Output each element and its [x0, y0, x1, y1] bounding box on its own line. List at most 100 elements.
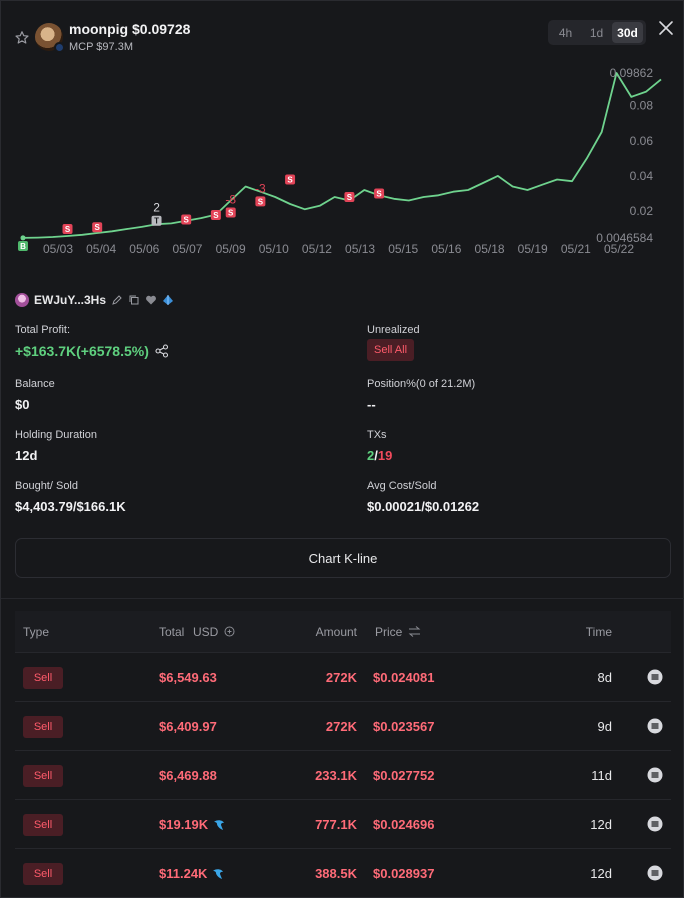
tx-type-badge: Sell — [23, 716, 63, 738]
trade-marker-count: -8 — [225, 192, 236, 206]
col-usd: USD — [193, 625, 219, 639]
x-tick-label: 05/03 — [43, 242, 73, 256]
position: Position%(0 of 21.2M) -- — [367, 378, 475, 412]
x-tick-label: 05/06 — [129, 242, 159, 256]
trade-marker-label: B — [20, 242, 26, 251]
tx-time: 8d — [597, 670, 612, 685]
table-row[interactable]: Sell $11.24K 388.5K $0.028937 12d — [15, 848, 671, 897]
tx-time: 12d — [590, 866, 612, 881]
table-row[interactable]: Sell $6,409.97 272K $0.023567 9d — [15, 701, 671, 750]
total-profit: Total Profit: +$163.7K(+6578.5%) — [15, 324, 169, 359]
table-row[interactable]: Sell $6,549.63 272K $0.024081 8d — [15, 652, 671, 701]
table-row[interactable]: Sell $19.19K 777.1K $0.024696 12d — [15, 799, 671, 848]
avg-label: Avg Cost/Sold — [367, 480, 437, 492]
token-price: $0.09728 — [132, 21, 191, 37]
wallet-address[interactable]: EWJuY...3Hs — [34, 293, 106, 307]
token-holder-panel: moonpig $0.09728 MCP $97.3M 4h 1d 30d 0.… — [0, 0, 684, 898]
table-header: Type Total USD Amount Price Time — [15, 611, 671, 652]
tx-detail-icon[interactable] — [647, 865, 663, 881]
unrealized: Unrealized Sell All — [367, 324, 420, 361]
trade-marker-label: S — [95, 223, 101, 232]
chart-kline-button[interactable]: Chart K-line — [15, 538, 671, 578]
txs-sell-count: 19 — [377, 448, 393, 463]
txs-value: 2/19 — [367, 448, 392, 463]
x-tick-label: 05/21 — [561, 242, 591, 256]
start-point — [20, 235, 26, 241]
tx-type-badge: Sell — [23, 765, 63, 787]
txs-label: TXs — [367, 429, 387, 441]
x-tick-label: 05/13 — [345, 242, 375, 256]
whale-icon — [214, 819, 225, 830]
tx-type-badge: Sell — [23, 667, 63, 689]
x-tick-label: 05/22 — [604, 242, 634, 256]
tx-total-cell: $6,409.97 — [159, 719, 217, 734]
tx-detail-icon[interactable] — [647, 718, 663, 734]
swap-icon — [408, 626, 421, 637]
trade-marker-count: 2 — [153, 201, 160, 215]
heart-icon[interactable] — [145, 294, 157, 306]
tracker-icon[interactable] — [162, 294, 174, 306]
x-tick-label: 05/19 — [518, 242, 548, 256]
edit-icon[interactable] — [111, 294, 123, 306]
timeframe-4h[interactable]: 4h — [550, 22, 581, 43]
trade-marker-label: S — [228, 208, 234, 217]
tx-total-cell: $11.24K — [159, 866, 225, 881]
close-icon[interactable] — [657, 19, 675, 37]
tx-amount: 272K — [325, 670, 357, 685]
x-tick-label: 05/16 — [431, 242, 461, 256]
tx-price: $0.024081 — [373, 670, 435, 685]
share-icon[interactable] — [155, 344, 169, 358]
col-time: Time — [585, 625, 612, 639]
trade-marker-label: S — [287, 175, 293, 184]
position-value: -- — [367, 397, 376, 412]
tx-amount: 777.1K — [315, 817, 357, 832]
x-tick-label: 05/07 — [172, 242, 202, 256]
market-cap: MCP $97.3M — [69, 41, 133, 53]
trade-marker-label: S — [65, 225, 71, 234]
trade-marker-label: S — [184, 216, 190, 225]
price-chart[interactable]: 0.09862 0.08 0.06 0.04 0.02 0.0046584 05/03 05/… — [1, 61, 684, 271]
tx-total-cell: $19.19K — [159, 817, 226, 832]
col-usd-toggle[interactable]: USD — [193, 625, 235, 639]
trade-marker-label: S — [258, 197, 264, 206]
tx-time: 9d — [597, 719, 612, 734]
bought-label: Bought/ Sold — [15, 480, 78, 492]
star-icon[interactable] — [14, 30, 30, 46]
col-total: Total — [159, 625, 185, 639]
tx-total: $11.24K — [159, 866, 208, 881]
txs: TXs 2/19 — [367, 429, 392, 463]
tx-total: $6,469.88 — [159, 768, 217, 783]
price-line — [22, 72, 662, 239]
tx-detail-icon[interactable] — [647, 669, 663, 685]
token-title: moonpig $0.09728 — [69, 21, 190, 37]
x-tick-label: 05/12 — [302, 242, 332, 256]
x-tick-label: 05/04 — [86, 242, 116, 256]
tx-type-badge: Sell — [23, 863, 63, 885]
sell-all-button[interactable]: Sell All — [367, 339, 415, 361]
timeframe-1d[interactable]: 1d — [581, 22, 612, 43]
section-divider — [1, 598, 684, 599]
tx-total: $6,549.63 — [159, 670, 217, 685]
balance-value: $0 — [15, 397, 30, 412]
y-tick-label: 0.06 — [630, 134, 654, 148]
holding-value: 12d — [15, 448, 38, 463]
trade-marker-label: S — [347, 193, 353, 202]
col-price-toggle[interactable]: Price — [375, 625, 421, 639]
tx-total: $19.19K — [159, 817, 209, 832]
copy-icon[interactable] — [128, 294, 140, 306]
whale-icon — [213, 868, 224, 879]
tx-detail-icon[interactable] — [647, 816, 663, 832]
y-tick-label: 0.09862 — [610, 66, 654, 80]
table-row[interactable]: Sell $6,469.88 233.1K $0.027752 11d — [15, 750, 671, 799]
timeframe-30d[interactable]: 30d — [612, 22, 643, 43]
chain-badge-icon — [54, 42, 65, 53]
y-tick-label: 0.08 — [630, 99, 654, 113]
token-name: moonpig — [69, 21, 129, 37]
wallet-row: EWJuY...3Hs — [15, 292, 174, 308]
col-amount: Amount — [315, 625, 357, 639]
bought-sold: Bought/ Sold $4,403.79/$166.1K — [15, 480, 126, 514]
trade-marker-label: S — [376, 190, 382, 199]
trade-marker-count: -3 — [255, 181, 266, 195]
tx-amount: 388.5K — [315, 866, 357, 881]
tx-detail-icon[interactable] — [647, 767, 663, 783]
